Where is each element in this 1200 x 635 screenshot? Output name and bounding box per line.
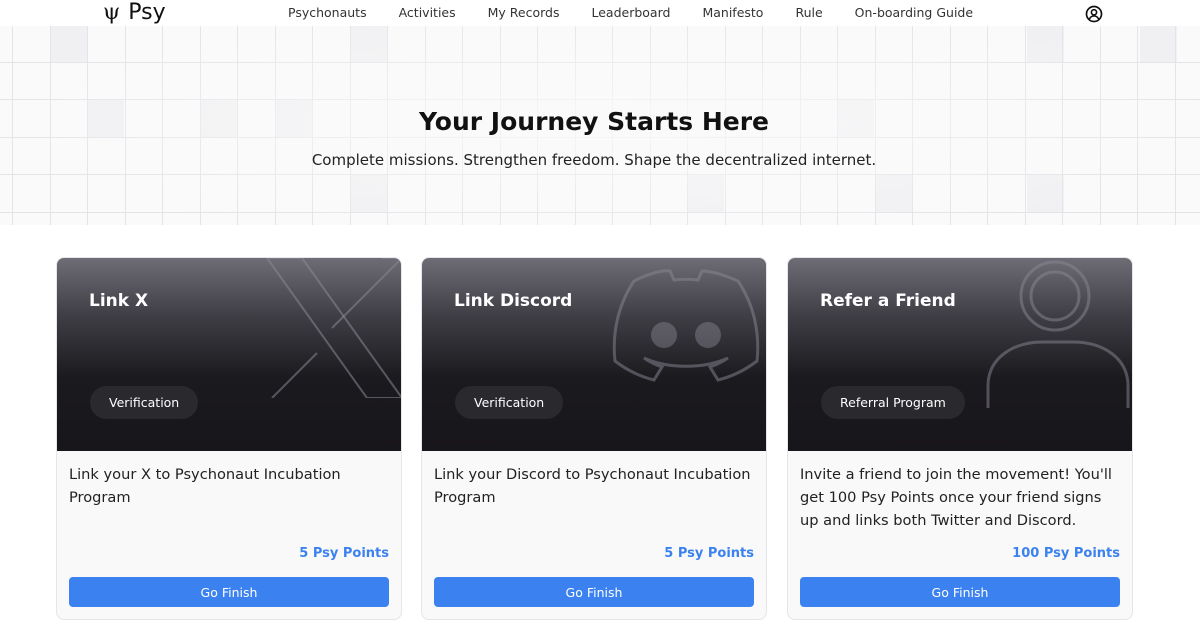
points-reward: 100 Psy Points — [1012, 546, 1120, 561]
page-subtitle: Complete missions. Strengthen freedom. S… — [311, 151, 877, 169]
nav-psychonauts[interactable]: Psychonauts — [288, 5, 367, 21]
points-reward: 5 Psy Points — [664, 546, 754, 561]
discord-logo-icon — [612, 269, 760, 382]
card-title: Link X — [89, 291, 149, 311]
card-banner: Link Discord Verification — [422, 258, 766, 451]
card-title: Refer a Friend — [820, 291, 956, 311]
category-tag: Verification — [455, 386, 564, 419]
card-description: Invite a friend to join the movement! Yo… — [800, 466, 1112, 529]
nav-leaderboard[interactable]: Leaderboard — [591, 5, 670, 21]
psi-logo-icon: ψ — [103, 0, 121, 25]
nav-activities[interactable]: Activities — [399, 5, 456, 21]
top-navigation-bar: ψ Psy Psychonauts Activities My Records … — [0, 0, 1200, 26]
page-title: Your Journey Starts Here — [418, 107, 770, 136]
card-banner: Link X Verification — [57, 258, 401, 451]
go-finish-button[interactable]: Go Finish — [69, 577, 389, 607]
category-tag: Referral Program — [821, 386, 965, 419]
card-banner: Refer a Friend Referral Program — [788, 258, 1132, 451]
user-icon — [986, 260, 1130, 408]
card-description: Link your Discord to Psychonaut Incubati… — [434, 466, 751, 506]
x-logo-icon — [265, 258, 401, 398]
main-nav: Psychonauts Activities My Records Leader… — [288, 5, 973, 21]
task-card-refer-friend: Refer a Friend Referral Program Invite a… — [787, 257, 1133, 620]
nav-onboarding-guide[interactable]: On-boarding Guide — [855, 5, 973, 21]
nav-rule[interactable]: Rule — [795, 5, 822, 21]
go-finish-button[interactable]: Go Finish — [800, 577, 1120, 607]
user-circle-icon[interactable] — [1085, 5, 1103, 23]
logo-text: Psy — [128, 0, 166, 25]
card-description: Link your X to Psychonaut Incubation Pro… — [69, 466, 341, 506]
card-title: Link Discord — [454, 291, 573, 311]
nav-my-records[interactable]: My Records — [488, 5, 560, 21]
nav-manifesto[interactable]: Manifesto — [702, 5, 763, 21]
task-card-link-x: Link X Verification Link your X to Psych… — [56, 257, 402, 620]
go-finish-button[interactable]: Go Finish — [434, 577, 754, 607]
points-reward: 5 Psy Points — [299, 546, 389, 561]
category-tag: Verification — [90, 386, 199, 419]
logo[interactable]: ψ Psy — [103, 0, 166, 26]
hero-section: Your Journey Starts Here Complete missio… — [0, 0, 1200, 225]
task-card-link-discord: Link Discord Verification Link your Disc… — [421, 257, 767, 620]
